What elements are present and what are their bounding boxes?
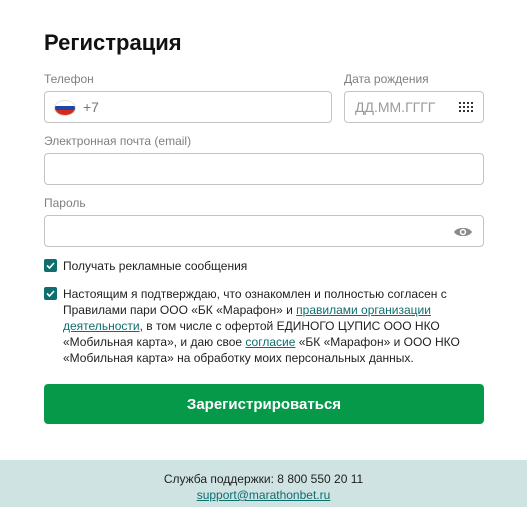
password-field[interactable] — [44, 215, 484, 247]
phone-field[interactable] — [44, 91, 332, 123]
email-field[interactable] — [44, 153, 484, 185]
password-label: Пароль — [44, 196, 86, 210]
check-icon — [46, 290, 55, 297]
ads-checkbox[interactable] — [44, 259, 57, 272]
support-email-link[interactable]: support@marathonbet.ru — [197, 488, 331, 502]
consent-link[interactable]: согласие — [245, 335, 295, 349]
consent-text: Настоящим я подтверждаю, что ознакомлен … — [63, 287, 460, 365]
consent-checkbox[interactable] — [44, 287, 57, 300]
check-icon — [46, 262, 55, 269]
consent-checkbox-row[interactable]: Настоящим я подтверждаю, что ознакомлен … — [44, 286, 473, 366]
phone-input[interactable] — [81, 92, 331, 122]
ads-checkbox-row[interactable]: Получать рекламные сообщения — [44, 258, 247, 274]
russia-flag-icon — [55, 101, 75, 115]
footer: Служба поддержки: 8 800 550 20 11 suppor… — [0, 460, 527, 507]
calendar-icon[interactable] — [459, 102, 473, 113]
birthdate-field[interactable] — [344, 91, 484, 123]
phone-label: Телефон — [44, 72, 94, 86]
birthdate-label: Дата рождения — [344, 72, 429, 86]
page-title: Регистрация — [44, 30, 182, 55]
email-input[interactable] — [45, 154, 483, 184]
ads-checkbox-label: Получать рекламные сообщения — [63, 259, 248, 273]
email-label: Электронная почта (email) — [44, 134, 192, 148]
eye-icon[interactable] — [453, 225, 473, 239]
register-button[interactable]: Зарегистрироваться — [44, 384, 484, 424]
support-phone: Служба поддержки: 8 800 550 20 11 — [163, 472, 364, 486]
password-input[interactable] — [45, 216, 483, 246]
